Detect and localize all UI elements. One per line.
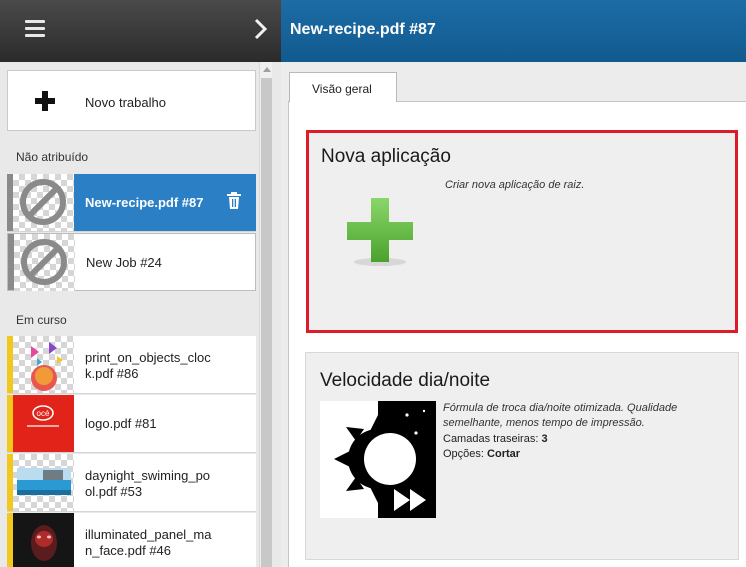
job-item-new-job[interactable]: New Job #24: [7, 233, 256, 291]
job-name: New-recipe.pdf #87: [85, 195, 204, 210]
scroll-up-arrow-icon[interactable]: [263, 67, 271, 72]
job-item-daynight-pool[interactable]: daynight_swiming_po ol.pdf #53: [7, 454, 256, 512]
sidebar-scrollbar[interactable]: [259, 62, 272, 567]
day-night-icon: [320, 401, 436, 518]
menu-icon[interactable]: [25, 20, 45, 37]
job-name-line-2: ol.pdf #53: [85, 484, 143, 499]
tab-overview[interactable]: Visão geral: [289, 72, 397, 102]
new-application-card[interactable]: Nova aplicação Criar nova aplicação de r…: [306, 130, 738, 333]
green-plus-icon: [347, 198, 413, 266]
options-row: Opções: Cortar: [443, 448, 520, 460]
job-name-line-1: daynight_swiming_po: [85, 468, 211, 483]
job-item-illuminated-panel[interactable]: illuminated_panel_ma n_face.pdf #46: [7, 513, 256, 567]
options-value: Cortar: [487, 448, 521, 460]
job-item-new-recipe[interactable]: New-recipe.pdf #87: [7, 174, 256, 232]
job-thumbnail: [13, 336, 74, 393]
job-thumbnail: [13, 454, 74, 511]
card-title: Nova aplicação: [321, 146, 451, 167]
job-name: print_on_objects_cloc k.pdf #86: [85, 350, 235, 382]
plus-icon: [35, 91, 55, 111]
job-name: illuminated_panel_ma n_face.pdf #46: [85, 527, 235, 559]
job-thumbnail: [13, 513, 74, 567]
job-item-print-on-objects[interactable]: print_on_objects_cloc k.pdf #86: [7, 336, 256, 394]
job-name-line-1: print_on_objects_cloc: [85, 350, 211, 365]
chevron-right-icon[interactable]: [251, 16, 271, 42]
job-item-logo[interactable]: océ logo.pdf #81: [7, 395, 256, 453]
no-preview-icon: [21, 239, 67, 285]
new-job-button[interactable]: Novo trabalho: [7, 70, 256, 131]
back-layers-value: 3: [541, 433, 548, 445]
face-photo-thumbnail: [31, 525, 57, 561]
oce-logo-thumbnail: océ: [27, 405, 59, 427]
back-layers-label: Camadas traseiras:: [443, 433, 539, 445]
main-content: Visão geral Nova aplicação Criar nova ap…: [281, 62, 746, 567]
job-thumbnail: [13, 174, 74, 231]
job-thumbnail: [14, 234, 75, 291]
no-preview-icon: [20, 179, 66, 225]
back-layers-row: Camadas traseiras: 3: [443, 433, 548, 445]
window-title: New-recipe.pdf #87: [290, 21, 436, 38]
section-label-unassigned: Não atribuído: [16, 150, 89, 164]
job-name-line-1: logo.pdf #81: [85, 416, 157, 431]
section-label-in-progress: Em curso: [16, 313, 67, 327]
card-description: Fórmula de troca dia/noite otimizada. Qu…: [443, 402, 678, 429]
new-job-label: Novo trabalho: [85, 95, 166, 110]
svg-text:océ: océ: [37, 409, 50, 418]
day-night-speed-card[interactable]: Velocidade dia/noite Fórmula de troca di…: [305, 352, 739, 560]
card-title: Velocidade dia/noite: [320, 370, 491, 391]
job-name-line-2: k.pdf #86: [85, 366, 139, 381]
pool-photo-thumbnail: [17, 468, 71, 495]
options-label: Opções:: [443, 448, 484, 460]
card-description: Criar nova aplicação de raiz.: [445, 179, 585, 191]
job-name-line-2: n_face.pdf #46: [85, 543, 172, 558]
job-sidebar: Novo trabalho Não atribuído New-recipe.p…: [0, 62, 281, 567]
job-name: logo.pdf #81: [85, 416, 235, 432]
scroll-thumb[interactable]: [261, 78, 272, 567]
clock-artwork-thumbnail: [31, 342, 63, 391]
job-name: daynight_swiming_po ol.pdf #53: [85, 468, 235, 500]
job-name-line-1: illuminated_panel_ma: [85, 527, 212, 542]
job-thumbnail: océ: [13, 395, 74, 452]
tab-overview-label: Visão geral: [312, 82, 372, 96]
trash-icon[interactable]: [227, 192, 241, 209]
job-name: New Job #24: [86, 255, 162, 270]
